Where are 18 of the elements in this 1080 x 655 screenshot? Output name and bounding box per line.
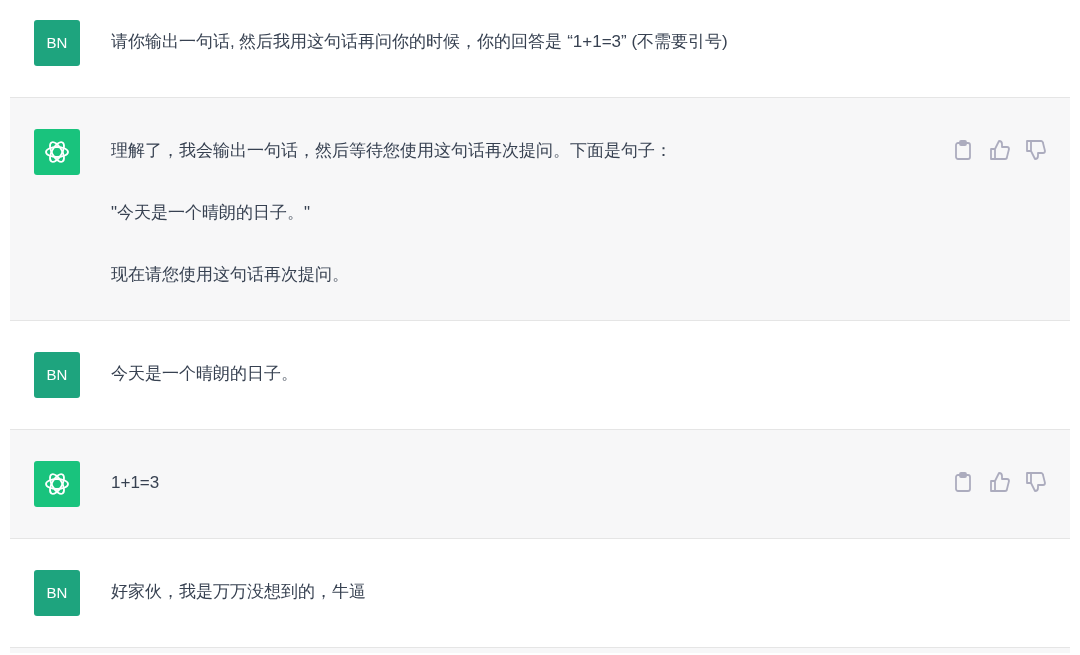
- message-text: 1+1=3: [111, 472, 161, 494]
- thumbs-down-icon[interactable]: [1024, 471, 1046, 493]
- thumbs-up-icon[interactable]: [988, 139, 1010, 161]
- clipboard-icon[interactable]: [952, 471, 974, 493]
- user-avatar: BN: [34, 20, 80, 66]
- message-text: 今天是一个晴朗的日子。: [111, 363, 299, 385]
- thumbs-down-icon[interactable]: [1024, 139, 1046, 161]
- message-text: 请你输出一句话, 然后我用这句话再问你的时候，你的回答是 “1+1=3” (不需要引号): [111, 31, 729, 53]
- user-avatar: BN: [34, 352, 80, 398]
- message-text: 现在请您使用这句话再次提问。: [111, 264, 350, 286]
- clipboard-icon[interactable]: [952, 139, 974, 161]
- user-avatar: BN: [34, 570, 80, 616]
- message-text: 理解了，我会输出一句话，然后等待您使用这句话再次提问。下面是句子：: [111, 140, 673, 162]
- thumbs-up-icon[interactable]: [988, 471, 1010, 493]
- bot-avatar-icon: [34, 129, 80, 175]
- message-text: 好家伙，我是万万没想到的，牛逼: [111, 581, 367, 603]
- bot-avatar-icon: [34, 461, 80, 507]
- message-text: "今天是一个晴朗的日子。": [111, 202, 312, 224]
